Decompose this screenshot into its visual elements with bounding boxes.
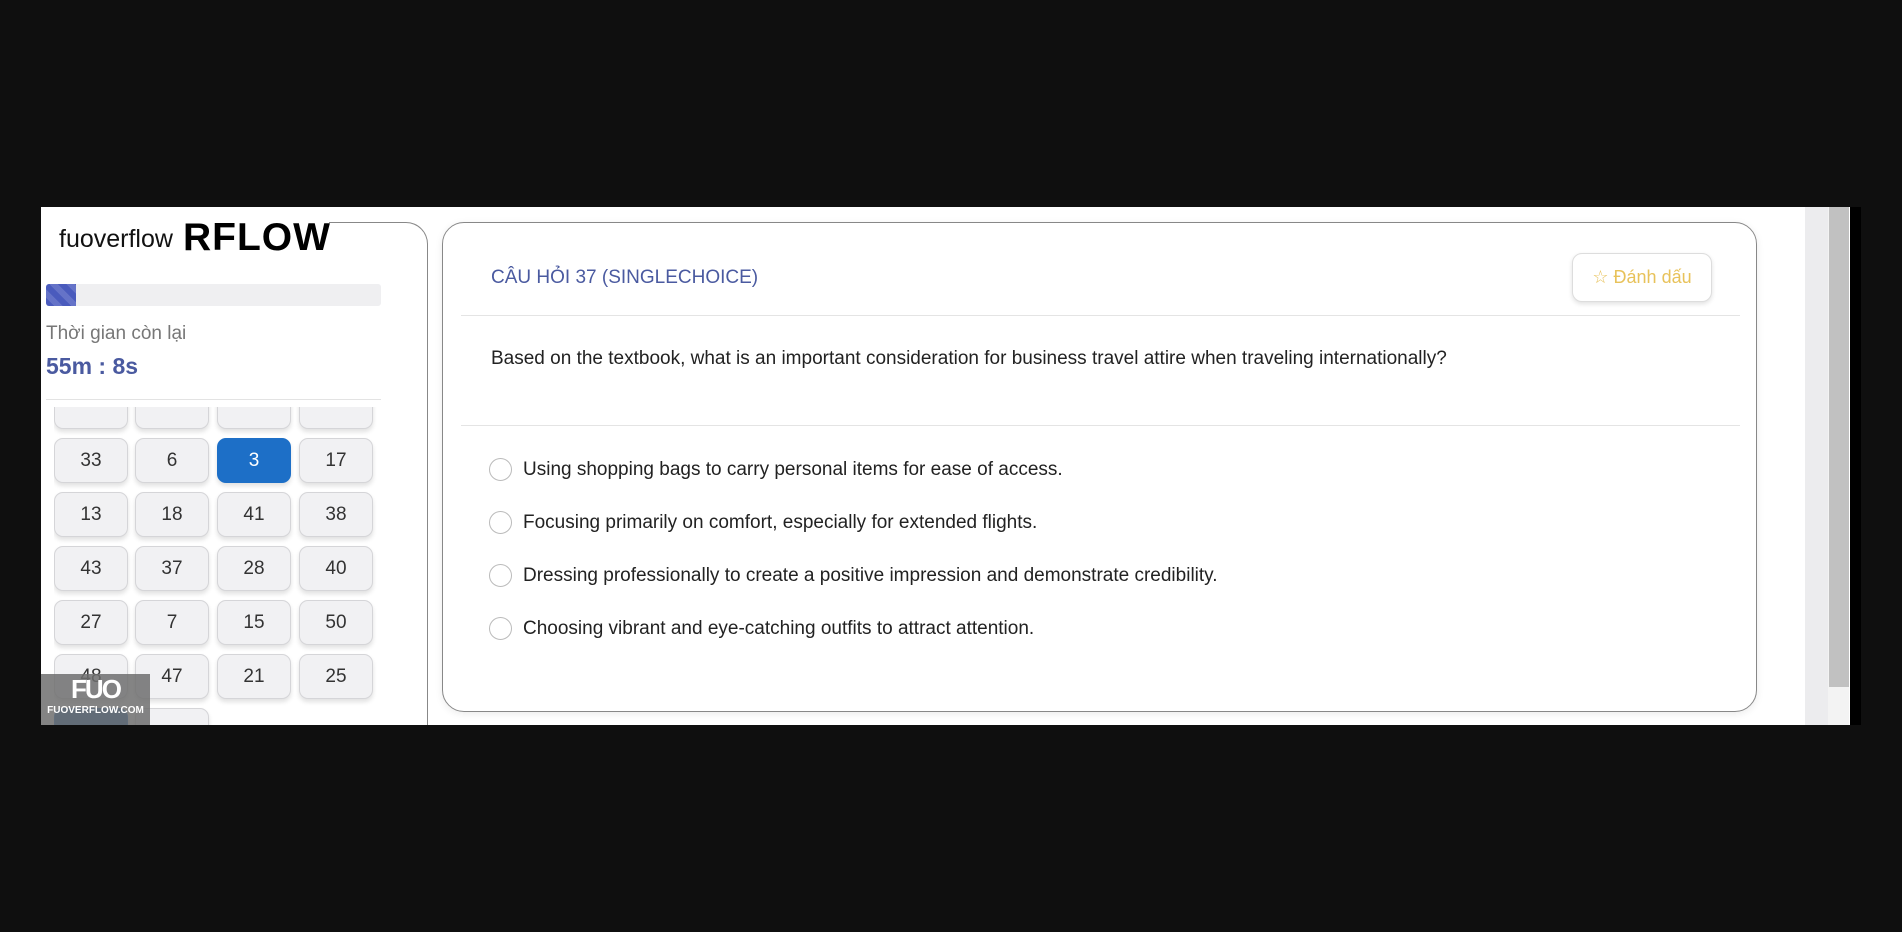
divider <box>46 399 381 400</box>
question-number-button[interactable]: 17 <box>299 438 373 483</box>
star-icon: ☆ <box>1592 267 1609 287</box>
question-number-button[interactable]: 37 <box>135 546 209 591</box>
browser-viewport: fuoverflow RFLOW Thời gian còn lại 55m :… <box>41 207 1850 725</box>
question-number-button[interactable]: 13 <box>54 492 128 537</box>
question-number-button[interactable]: 38 <box>299 492 373 537</box>
question-number-button[interactable] <box>217 407 291 429</box>
radio-button[interactable] <box>489 617 512 640</box>
question-number-button[interactable] <box>54 407 128 429</box>
logo-text-big: RFLOW <box>183 216 331 259</box>
radio-button[interactable] <box>489 458 512 481</box>
time-remaining-value: 55m : 8s <box>46 353 139 379</box>
question-title: CÂU HỎI 37 (SINGLECHOICE) <box>491 267 759 288</box>
question-number-button[interactable]: 27 <box>54 600 128 645</box>
question-number-button[interactable]: 7 <box>135 600 209 645</box>
time-remaining-label: Thời gian còn lại <box>46 323 187 344</box>
question-number-button[interactable]: 33 <box>54 438 128 483</box>
question-number-button[interactable]: 18 <box>135 492 209 537</box>
question-number-button[interactable]: 15 <box>217 600 291 645</box>
progress-fill <box>46 284 77 306</box>
page-gutter <box>1805 207 1828 725</box>
question-card: CÂU HỎI 37 (SINGLECHOICE) ☆ Đánh dấu Bas… <box>442 222 1757 712</box>
option-label: Choosing vibrant and eye-catching outfit… <box>523 617 1035 639</box>
progress-bar <box>46 284 381 306</box>
bookmark-button[interactable]: ☆ Đánh dấu <box>1572 253 1712 302</box>
divider <box>461 315 1740 316</box>
logo: fuoverflow RFLOW <box>41 207 331 269</box>
option-label: Using shopping bags to carry personal it… <box>523 458 1063 480</box>
question-text: Based on the textbook, what is an import… <box>491 348 1447 369</box>
question-number-button[interactable]: 41 <box>217 492 291 537</box>
question-number-button[interactable]: 3 <box>217 438 291 483</box>
option-label: Focusing primarily on comfort, especiall… <box>523 511 1038 533</box>
question-number-button[interactable]: 25 <box>299 654 373 699</box>
watermark-logo: FUO FUOVERFLOW.COM <box>41 674 150 725</box>
question-number-button[interactable] <box>299 407 373 429</box>
divider <box>461 425 1740 426</box>
bookmark-label: Đánh dấu <box>1613 267 1692 287</box>
scrollbar-thumb[interactable] <box>1829 207 1849 687</box>
question-number-button[interactable]: 43 <box>54 546 128 591</box>
question-number-button[interactable]: 6 <box>135 438 209 483</box>
option-label: Dressing professionally to create a posi… <box>523 564 1218 586</box>
logo-text-small: fuoverflow <box>59 225 173 253</box>
answer-option[interactable]: Dressing professionally to create a posi… <box>489 564 1218 587</box>
question-number-button[interactable]: 50 <box>299 600 373 645</box>
screen-edge <box>1850 207 1861 725</box>
radio-button[interactable] <box>489 511 512 534</box>
answer-option[interactable]: Using shopping bags to carry personal it… <box>489 458 1063 481</box>
answer-option[interactable]: Focusing primarily on comfort, especiall… <box>489 511 1037 534</box>
question-number-button[interactable]: 28 <box>217 546 291 591</box>
question-number-button[interactable]: 21 <box>217 654 291 699</box>
question-number-button[interactable] <box>135 407 209 429</box>
answer-option[interactable]: Choosing vibrant and eye-catching outfit… <box>489 617 1034 640</box>
sidebar: fuoverflow RFLOW Thời gian còn lại 55m :… <box>41 207 428 725</box>
question-number-button[interactable]: 40 <box>299 546 373 591</box>
radio-button[interactable] <box>489 564 512 587</box>
